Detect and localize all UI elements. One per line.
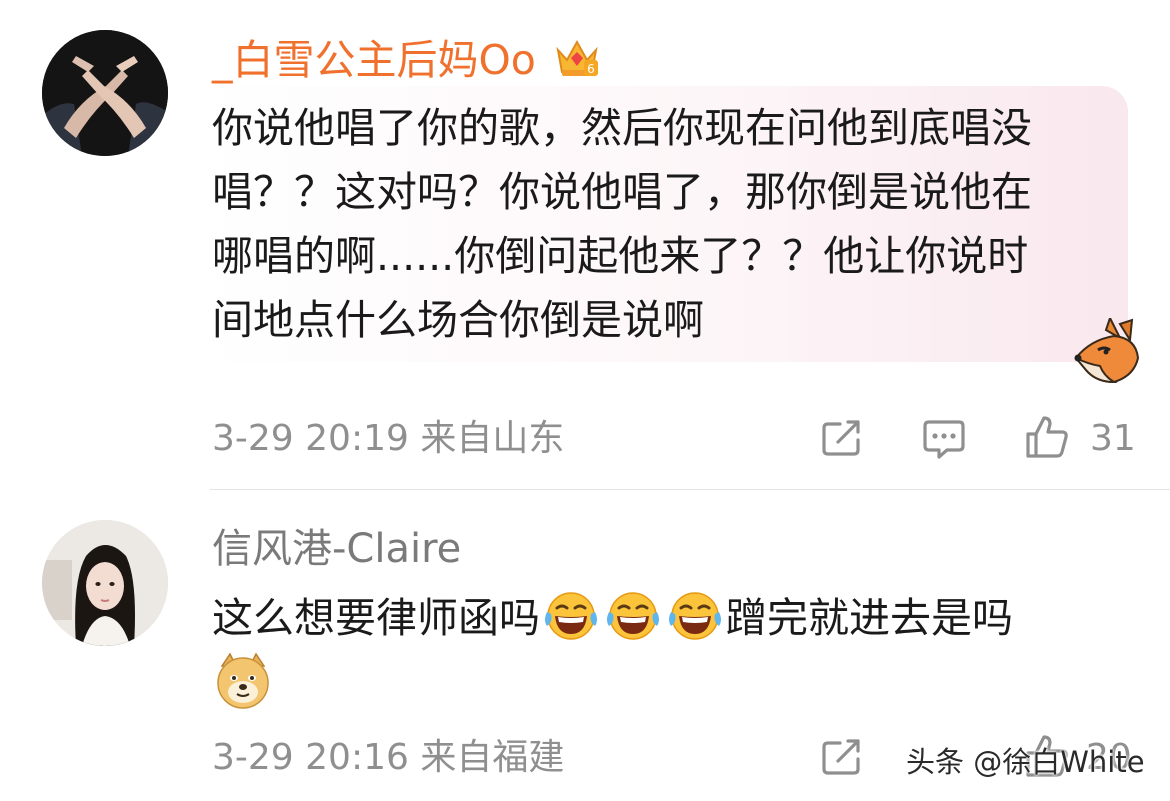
- watermark: 头条 @徐白White: [906, 745, 1145, 779]
- comment-text-segment: 这么想要律师函吗: [212, 594, 540, 642]
- reply-comment-icon[interactable]: [921, 418, 967, 460]
- laughing-tears-emoji: [545, 592, 597, 640]
- svg-text:6: 6: [587, 62, 595, 76]
- laughing-tears-emoji: [607, 592, 659, 640]
- share-icon[interactable]: [820, 737, 864, 777]
- user-avatar[interactable]: [42, 520, 168, 646]
- user-avatar[interactable]: [42, 30, 168, 156]
- comment-meta: 3-29 20:19 来自山东: [212, 418, 565, 459]
- comment-line: 你说他唱了你的歌，然后你现在问他到底唱没: [212, 104, 1032, 152]
- share-icon[interactable]: [820, 418, 864, 458]
- crown-badge-icon: 6: [556, 39, 598, 76]
- comment-line: 间地点什么场合你倒是说啊: [212, 296, 704, 344]
- comment-text: 这么想要律师函吗 蹭完就进去是吗: [212, 586, 1132, 650]
- avatar-crossed-hands-image: [42, 30, 168, 156]
- username[interactable]: _白雪公主后妈Oo: [212, 30, 536, 90]
- comment-line: 哪唱的啊......你倒问起他来了？？他让你说时: [212, 232, 1029, 280]
- laughing-tears-emoji: [669, 592, 721, 640]
- doge-emoji: [217, 652, 269, 709]
- comment-line: 唱？？这对吗？你说他唱了，那你倒是说他在: [212, 168, 1032, 216]
- like-count: 31: [1090, 418, 1136, 459]
- like-thumb-icon[interactable]: [1024, 414, 1070, 460]
- comment-text-segment: 蹭完就进去是吗: [726, 594, 1013, 642]
- comment-divider: [210, 489, 1170, 490]
- username[interactable]: 信风港-Claire: [212, 520, 461, 578]
- comment-text: 你说他唱了你的歌，然后你现在问他到底唱没 唱？？这对吗？你说他唱了，那你倒是说他…: [212, 96, 1132, 352]
- fox-sticker-icon: [1074, 318, 1140, 384]
- comment-meta: 3-29 20:16 来自福建: [212, 737, 565, 778]
- avatar-girl-portrait-image: [42, 520, 168, 646]
